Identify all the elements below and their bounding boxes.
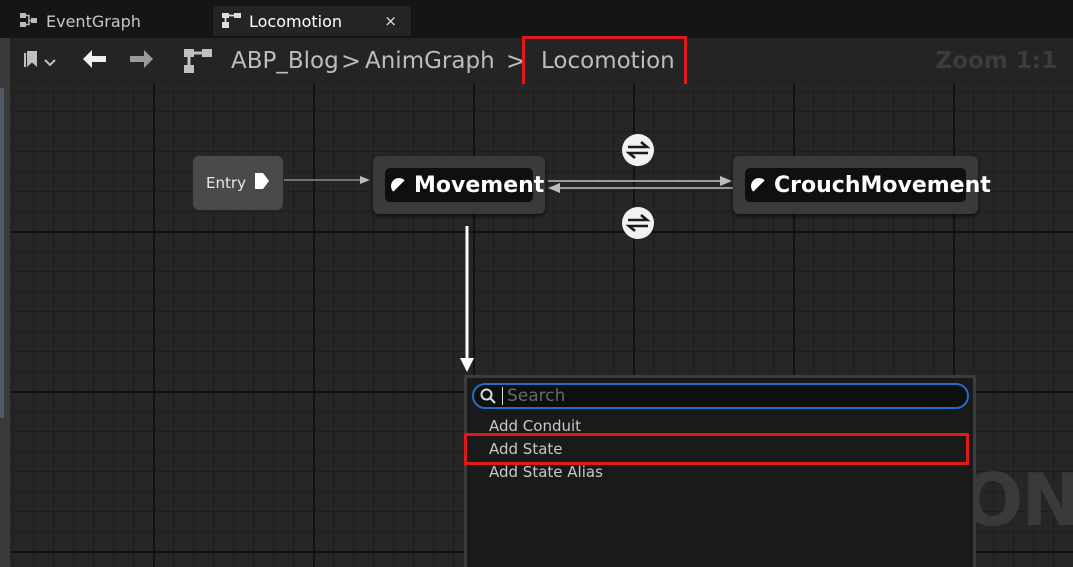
transition-rule-icon[interactable] — [622, 207, 654, 239]
entry-pin-icon[interactable] — [254, 172, 270, 194]
state-icon — [750, 176, 768, 195]
menu-item-add-state-alias[interactable]: Add State Alias — [489, 463, 603, 481]
state-label: Movement — [414, 172, 545, 198]
state-node-movement[interactable]: Movement — [373, 156, 545, 214]
entry-node[interactable]: Entry — [193, 156, 283, 210]
search-box[interactable] — [472, 383, 969, 409]
highlight-box-add-state — [464, 433, 969, 465]
context-menu: Add Conduit Add State Add State Alias — [464, 375, 976, 567]
state-icon — [390, 176, 408, 195]
entry-label: Entry — [206, 174, 246, 192]
transition-rule-icon[interactable] — [622, 134, 654, 166]
state-label: CrouchMovement — [774, 172, 991, 198]
search-icon — [480, 388, 496, 404]
search-input[interactable] — [503, 386, 947, 406]
state-node-crouchmovement[interactable]: CrouchMovement — [733, 156, 991, 214]
